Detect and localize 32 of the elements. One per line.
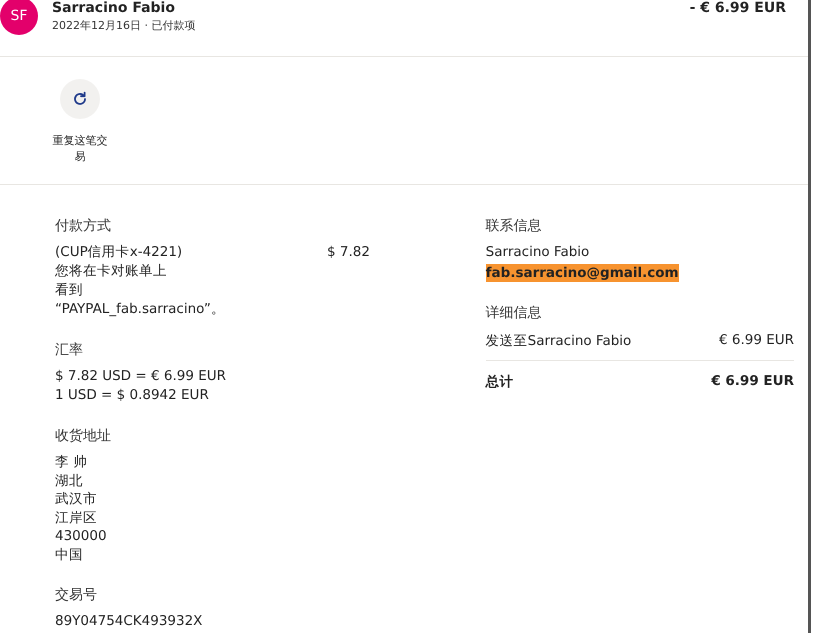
payment-amount: - € 6.99 EUR (690, 0, 786, 16)
text-line: 湖北 (55, 472, 84, 490)
date-status: 2022年12月16日 · 已付款项 (52, 18, 196, 33)
section-title: 交易号 (55, 586, 98, 604)
text-line: “PAYPAL_fab.sarracino”。 (55, 300, 226, 319)
text-line: (CUP信用卡x-4221) (55, 243, 184, 262)
avatar: SF (0, 0, 38, 35)
section-title: 联系信息 (486, 217, 543, 235)
section-title: 收货地址 (55, 427, 112, 445)
detail-amount: € 6.99 EUR (718, 332, 794, 350)
text-line: 江岸区 (55, 508, 98, 527)
refresh-icon (72, 91, 88, 107)
text-line: 中国 (55, 546, 84, 564)
text-line: 武汉市 (55, 490, 98, 508)
text-line: 李 帅 (55, 453, 88, 472)
card-amount: $ 7.82 (327, 243, 370, 262)
section-title: 汇率 (55, 341, 84, 359)
text-line: 您将在卡对账单上 (55, 262, 168, 281)
action-label: 重复这笔交易 (52, 133, 108, 165)
text-line: 看到 (55, 281, 84, 300)
detail-label: 发送至Sarracino Fabio (486, 332, 632, 350)
section-title: 付款方式 (55, 217, 112, 235)
contact-name: Sarracino Fabio (486, 243, 590, 262)
payee-name: Sarracino Fabio (52, 0, 176, 16)
detail-amount: € 6.99 EUR (711, 373, 794, 391)
repeat-button[interactable] (60, 79, 100, 119)
section-title: 详细信息 (486, 304, 543, 322)
text-line: $ 7.82 USD = € 6.99 EUR (55, 367, 227, 386)
text-line: 430000 (55, 527, 108, 546)
detail-label: 总计 (486, 373, 514, 391)
text-line: 1 USD = $ 0.8942 EUR (55, 386, 210, 405)
transaction-id: 89Y04754CK493932X (55, 612, 204, 631)
